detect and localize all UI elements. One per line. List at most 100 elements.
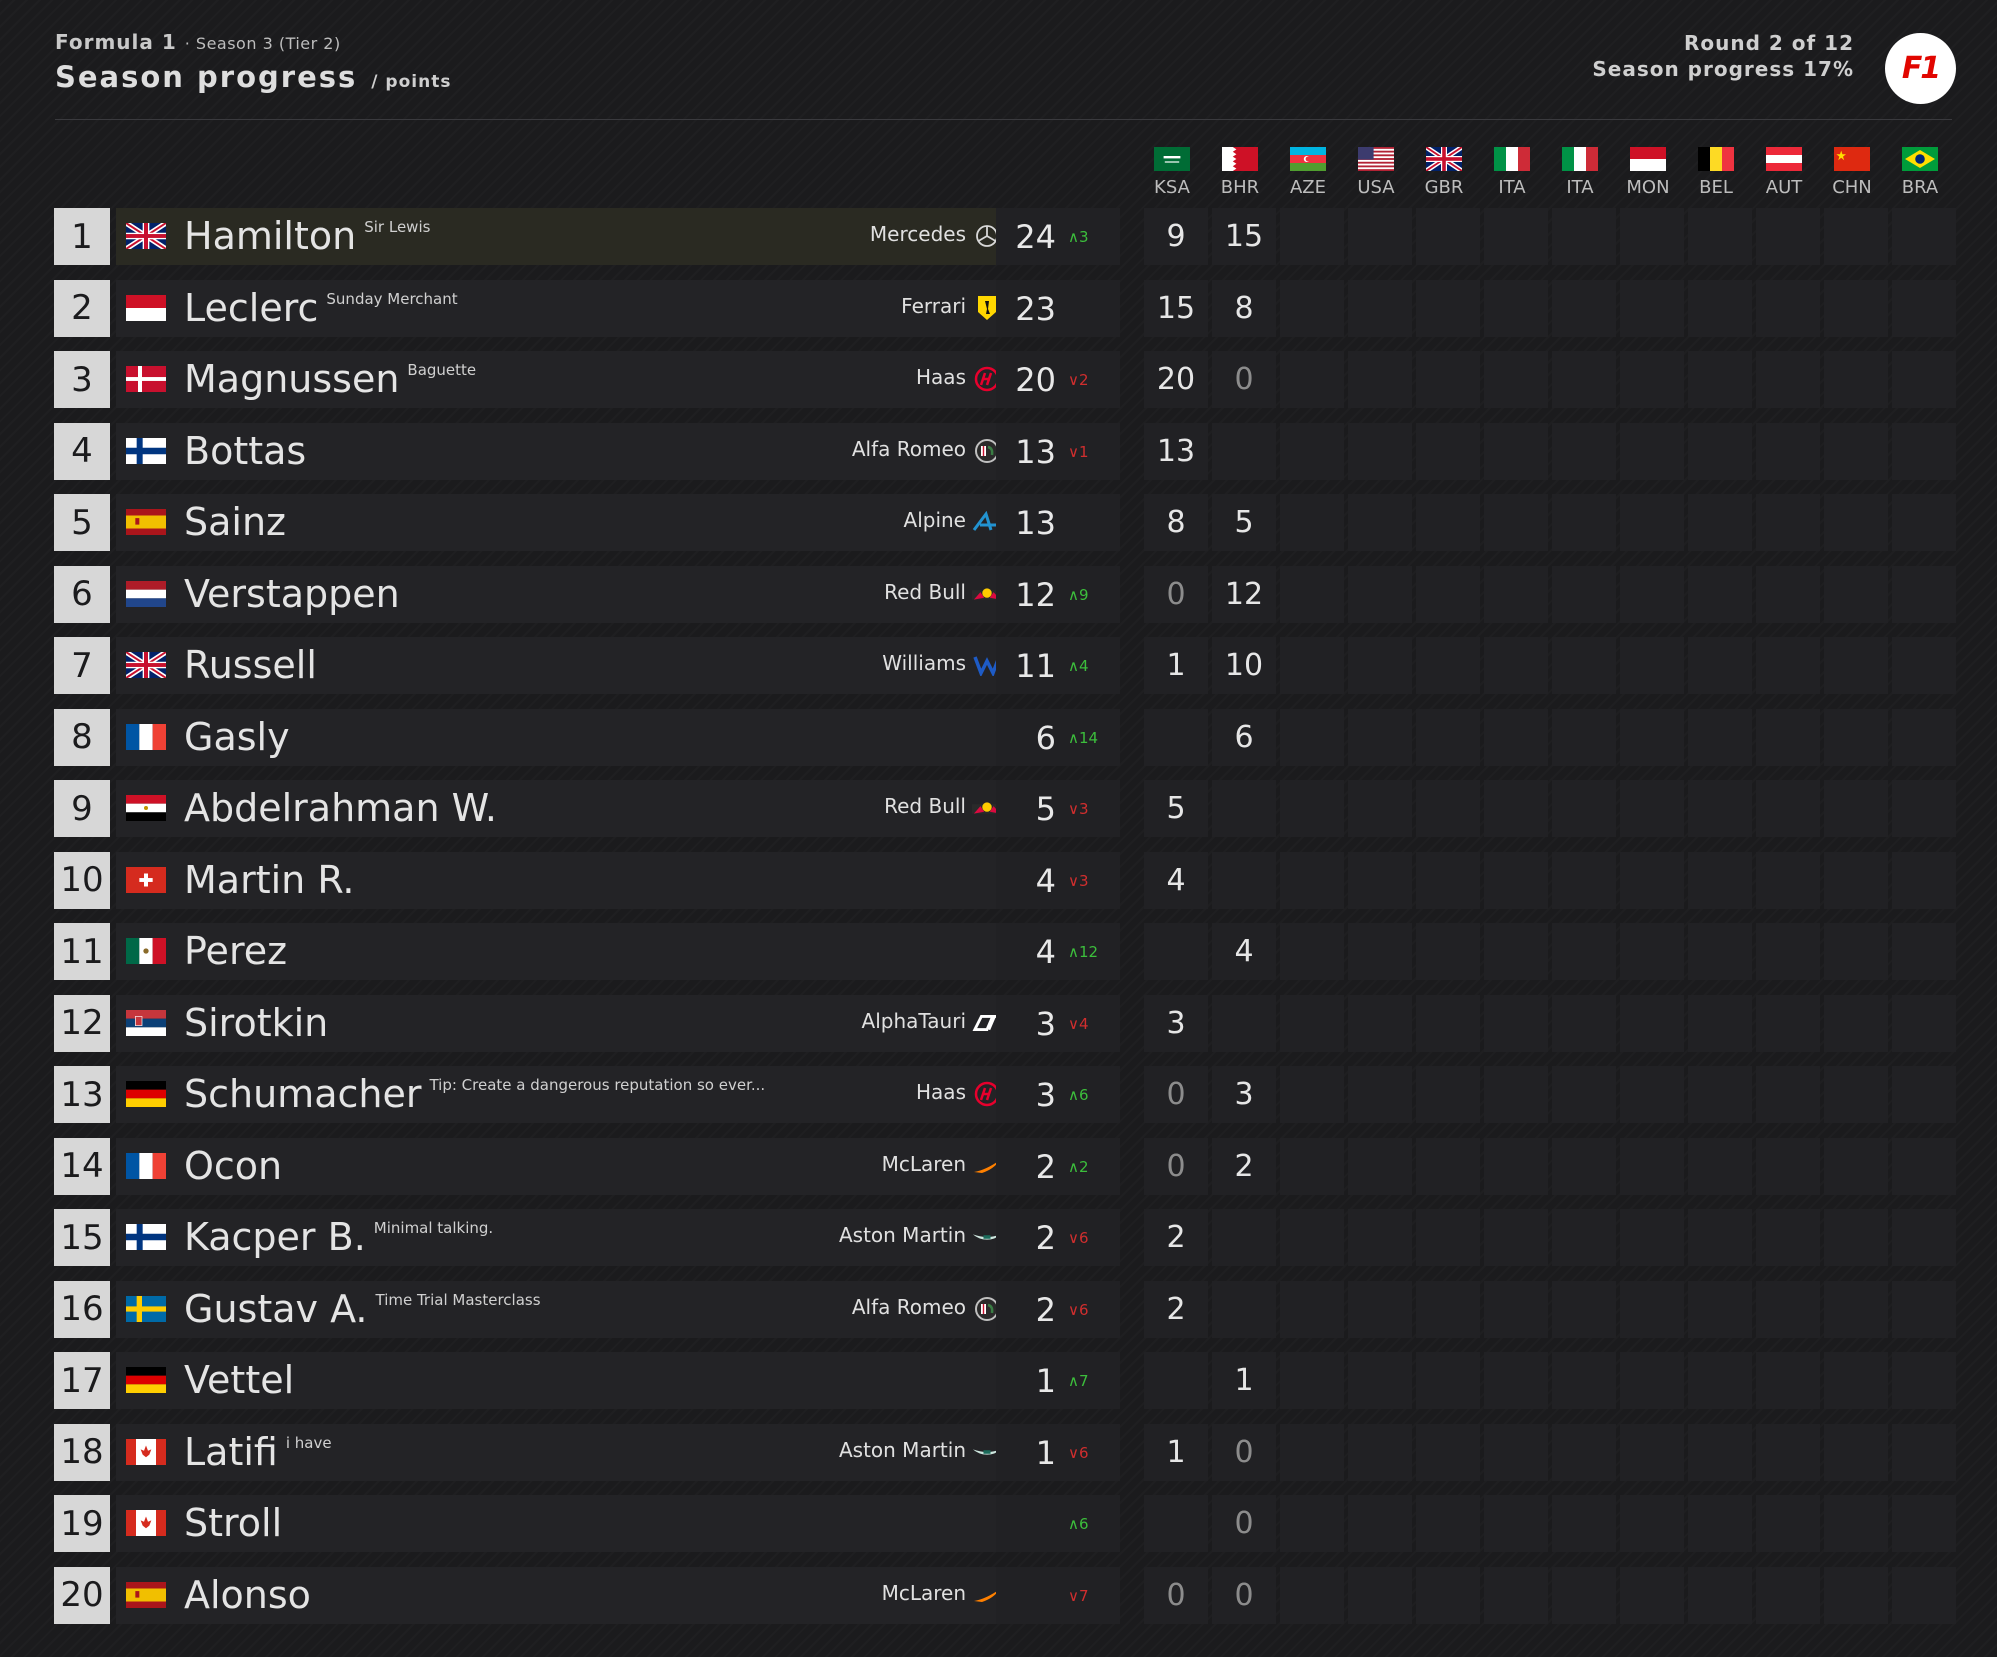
race-result-cell bbox=[1552, 1352, 1616, 1409]
team-name: Ferrari bbox=[901, 293, 966, 318]
race-points: 1 bbox=[1234, 1363, 1254, 1398]
race-points: 8 bbox=[1166, 505, 1186, 540]
arrow-down-icon: ∨ bbox=[1068, 1443, 1079, 1462]
race-result-cell bbox=[1280, 708, 1344, 766]
position-change-value: 4 bbox=[1078, 1014, 1089, 1033]
race-header[interactable]: BHR bbox=[1210, 147, 1270, 198]
race-result-cell bbox=[1688, 422, 1752, 480]
race-result-cell bbox=[1416, 923, 1480, 980]
team-name: McLaren bbox=[881, 1580, 966, 1605]
race-result-cell bbox=[1756, 780, 1820, 837]
position-change-value: 4 bbox=[1078, 657, 1089, 675]
race-result-cell bbox=[1280, 637, 1344, 694]
flag-esp-icon bbox=[126, 1581, 166, 1608]
race-header[interactable]: BRA bbox=[1890, 147, 1950, 198]
race-header[interactable]: AZE bbox=[1278, 147, 1338, 198]
driver-nickname: Minimal talking. bbox=[373, 1219, 494, 1237]
driver-name-text: Gasly bbox=[184, 714, 290, 759]
race-result-cell bbox=[1552, 208, 1616, 265]
total-points: 20 bbox=[1015, 361, 1056, 399]
total-points-cell: ∧6 bbox=[996, 1495, 1120, 1552]
race-result-cell bbox=[1348, 923, 1412, 980]
race-result-cell: 0 bbox=[1212, 351, 1276, 408]
race-result-cell bbox=[1280, 279, 1344, 337]
driver-bar: Vettel bbox=[116, 1352, 1006, 1409]
race-code: CHN bbox=[1832, 177, 1872, 198]
driver-name: Gasly bbox=[184, 715, 290, 759]
driver-bar: Verstappen Red Bull bbox=[116, 565, 1006, 623]
race-result-cell bbox=[1552, 351, 1616, 408]
total-points-cell: 12 ∧9 bbox=[996, 565, 1120, 623]
race-result-cell bbox=[1824, 1423, 1888, 1481]
race-result-cell bbox=[1348, 994, 1412, 1052]
position-change-value: 3 bbox=[1078, 871, 1089, 890]
position-badge: 3 bbox=[54, 351, 110, 408]
driver-name: Russell bbox=[184, 643, 317, 687]
race-header[interactable]: KSA bbox=[1142, 147, 1202, 198]
position-badge: 10 bbox=[54, 851, 110, 909]
race-result-cell bbox=[1892, 1566, 1956, 1624]
race-header[interactable]: BEL bbox=[1686, 147, 1746, 198]
flag-gbr-icon bbox=[1426, 147, 1462, 171]
race-result-cell: 0 bbox=[1212, 1423, 1276, 1481]
race-result-cell bbox=[1484, 708, 1548, 766]
race-result-cell: 2 bbox=[1212, 1137, 1276, 1195]
total-points: 11 bbox=[1015, 647, 1056, 685]
total-points: 2 bbox=[1035, 1219, 1056, 1257]
race-result-cell bbox=[1416, 994, 1480, 1052]
race-result-cell bbox=[1620, 780, 1684, 837]
race-result-cell bbox=[1892, 1495, 1956, 1552]
race-code: ITA bbox=[1566, 177, 1594, 198]
position-change-down: ∨4 bbox=[1068, 1015, 1089, 1033]
race-points: 0 bbox=[1166, 1577, 1186, 1613]
race-header[interactable]: USA bbox=[1346, 147, 1406, 198]
arrow-up-icon: ∧ bbox=[1068, 728, 1079, 747]
race-result-cell bbox=[1892, 1137, 1956, 1195]
race-result-cell bbox=[1620, 422, 1684, 480]
race-result-cell bbox=[1756, 422, 1820, 480]
race-result-cell bbox=[1824, 351, 1888, 408]
driver-name-text: Vettel bbox=[184, 1358, 295, 1402]
driver-name-text: Schumacher bbox=[184, 1072, 422, 1116]
race-points: 9 bbox=[1166, 219, 1186, 254]
position-change-value: 3 bbox=[1078, 800, 1089, 818]
race-header[interactable]: ITA bbox=[1550, 147, 1610, 198]
season-progress-label: Season progress 17% bbox=[1592, 57, 1854, 81]
position-change-down: ∨6 bbox=[1068, 1444, 1089, 1462]
race-result-cell bbox=[1892, 923, 1956, 980]
race-header[interactable]: GBR bbox=[1414, 147, 1474, 198]
race-result-cell bbox=[1892, 565, 1956, 623]
race-points: 15 bbox=[1156, 290, 1196, 326]
total-points: 5 bbox=[1035, 790, 1056, 828]
race-result-cell: 8 bbox=[1144, 494, 1208, 551]
driver-bar: Russell Williams bbox=[116, 637, 1006, 694]
total-points: 2 bbox=[1035, 1147, 1056, 1186]
position-change-value: 6 bbox=[1078, 1300, 1089, 1319]
race-result-cell bbox=[1756, 351, 1820, 408]
driver-name-text: Hamilton bbox=[184, 214, 357, 258]
total-points-cell: 6 ∧14 bbox=[996, 708, 1120, 766]
race-result-cell bbox=[1416, 1209, 1480, 1266]
position-change-up: ∧12 bbox=[1068, 943, 1098, 961]
race-points: 0 bbox=[1166, 1077, 1186, 1112]
position-change-value: 2 bbox=[1078, 1157, 1089, 1176]
race-result-cell bbox=[1484, 279, 1548, 337]
unit-label: / points bbox=[371, 72, 452, 92]
race-code: AUT bbox=[1765, 177, 1803, 198]
race-header[interactable]: MON bbox=[1618, 147, 1678, 198]
race-header[interactable]: AUT bbox=[1754, 147, 1814, 198]
race-header[interactable]: CHN bbox=[1822, 147, 1882, 198]
race-result-cell bbox=[1484, 351, 1548, 408]
total-points-cell: 11 ∧4 bbox=[996, 637, 1120, 694]
race-header[interactable]: ITA bbox=[1482, 147, 1542, 198]
flag-swe-icon bbox=[126, 1295, 166, 1322]
total-points: 3 bbox=[1035, 1076, 1056, 1114]
position-badge: 7 bbox=[54, 637, 110, 694]
race-result-cell bbox=[1824, 1209, 1888, 1266]
race-result-cell bbox=[1552, 851, 1616, 909]
driver-name-text: Stroll bbox=[184, 1501, 283, 1545]
race-result-cell bbox=[1756, 851, 1820, 909]
race-points: 3 bbox=[1166, 1005, 1186, 1041]
race-result-cell bbox=[1416, 1280, 1480, 1338]
driver-name: Verstappen bbox=[184, 572, 400, 616]
